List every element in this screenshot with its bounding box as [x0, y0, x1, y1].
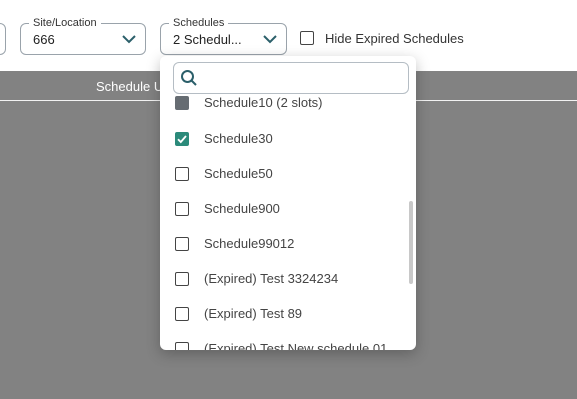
dropdown-scrollbar[interactable]: [409, 201, 413, 284]
option-label: Schedule50: [204, 166, 273, 181]
checkbox[interactable]: [175, 272, 189, 286]
option-label: (Expired) Test 89: [204, 306, 303, 321]
list-item[interactable]: Schedule99012: [160, 227, 408, 262]
site-location-label: Site/Location: [29, 16, 101, 30]
schedules-dropdown: Schedule10 (2 slots) Schedule30 Schedule…: [160, 56, 416, 350]
checkbox[interactable]: [175, 167, 189, 181]
option-label: Schedule99012: [204, 236, 295, 251]
chevron-down-icon: [122, 35, 136, 44]
schedules-label: Schedules: [169, 16, 229, 30]
table-header-column: Schedule U: [96, 79, 164, 94]
option-label: (Expired) Test 3324234: [204, 271, 339, 286]
option-label: Schedule30: [204, 131, 273, 146]
checkbox[interactable]: [175, 237, 189, 251]
checkbox-checked[interactable]: [175, 132, 189, 146]
list-item[interactable]: (Expired) Test 3324234: [160, 262, 408, 297]
schedule-options-list: Schedule10 (2 slots) Schedule30 Schedule…: [160, 96, 416, 350]
checkbox[interactable]: [175, 342, 189, 350]
schedules-select[interactable]: Schedules 2 Schedul...: [160, 16, 287, 55]
list-item[interactable]: Schedule10 (2 slots): [160, 96, 408, 121]
site-location-value: 666: [33, 32, 55, 47]
list-item[interactable]: (Expired) Test New schedule 01: [160, 332, 408, 350]
list-item[interactable]: (Expired) Test 89: [160, 297, 408, 332]
list-item[interactable]: Schedule50: [160, 157, 408, 192]
schedules-value: 2 Schedul...: [173, 32, 242, 47]
hide-expired-checkbox[interactable]: [300, 31, 314, 45]
site-location-select[interactable]: Site/Location 666: [20, 16, 146, 55]
checkmark-icon: [177, 135, 187, 144]
option-label: (Expired) Test New schedule 01: [204, 341, 388, 350]
option-label: Schedule900: [204, 201, 280, 216]
schedule-search-input[interactable]: [173, 62, 409, 94]
checkbox[interactable]: [175, 202, 189, 216]
search-icon: [181, 70, 197, 86]
hide-expired-label: Hide Expired Schedules: [325, 31, 464, 46]
list-item[interactable]: Schedule30: [160, 122, 408, 157]
checkbox-partial[interactable]: [175, 96, 189, 110]
partial-left-field[interactable]: [0, 23, 6, 55]
option-label: Schedule10 (2 slots): [204, 96, 323, 110]
chevron-down-icon: [263, 35, 277, 44]
list-item[interactable]: Schedule900: [160, 192, 408, 227]
checkbox[interactable]: [175, 307, 189, 321]
